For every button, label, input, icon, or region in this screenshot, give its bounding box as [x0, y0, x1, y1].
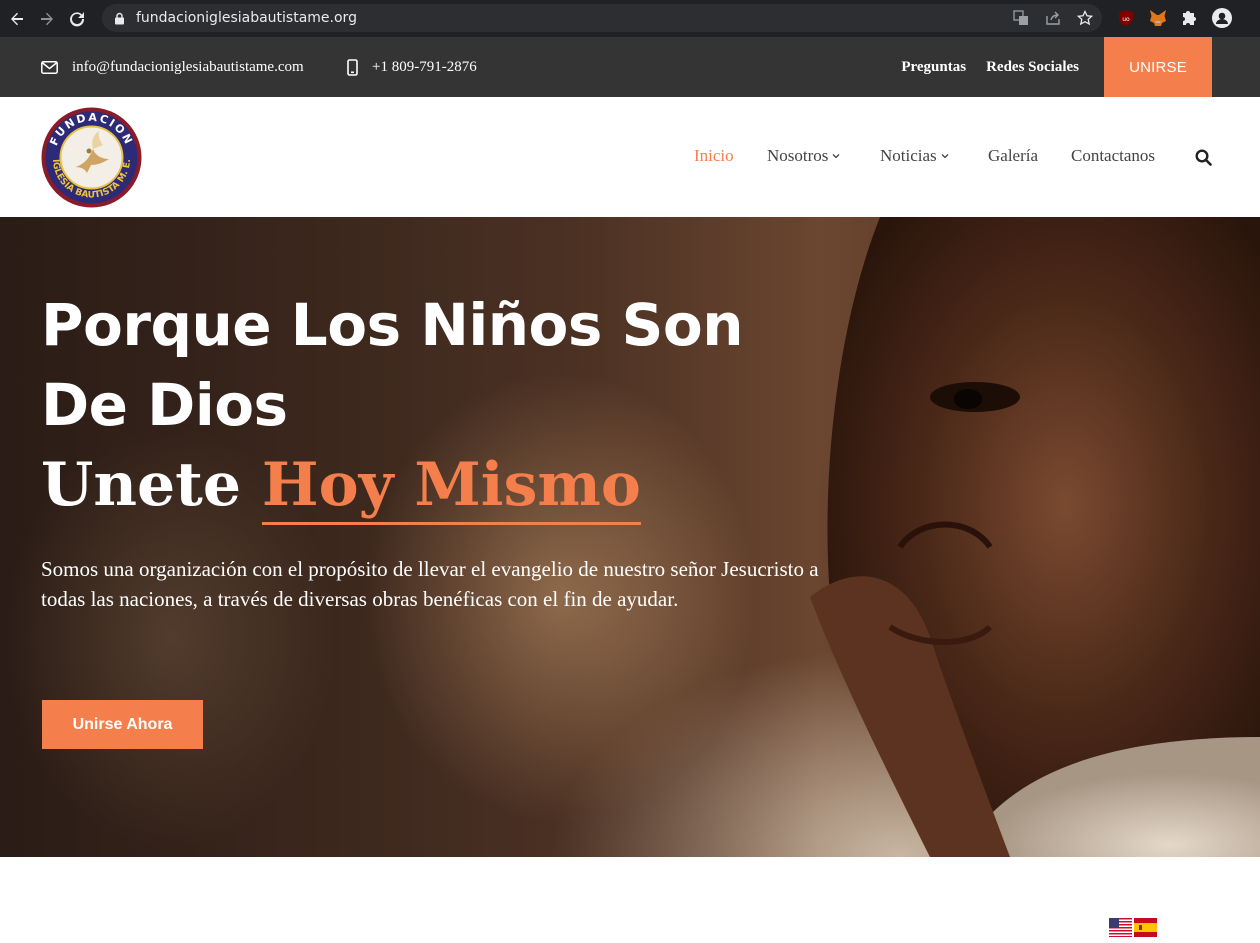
forward-icon[interactable] [34, 6, 60, 32]
hero-description: Somos una organización con el propósito … [41, 557, 819, 611]
nav-item-noticias[interactable]: Noticias [880, 146, 949, 166]
language-switcher [1109, 918, 1157, 937]
nav-item-inicio[interactable]: Inicio [694, 146, 734, 166]
address-bar[interactable]: fundacioniglesiabautistame.org [102, 4, 1102, 32]
hero-background-image [810, 217, 1260, 857]
nav-label: Noticias [880, 146, 937, 165]
mobile-phone-icon [347, 58, 358, 76]
extensions-icon[interactable] [1180, 8, 1200, 28]
hero-subtitle: Unete Hoy Mismo [41, 445, 641, 525]
back-icon[interactable] [4, 6, 30, 32]
us-flag-icon[interactable] [1109, 918, 1132, 937]
nav-item-contactanos[interactable]: Contactanos [1071, 146, 1155, 166]
link-redes-sociales[interactable]: Redes Sociales [986, 59, 1079, 76]
lock-icon [114, 11, 126, 25]
chevron-down-icon [941, 151, 949, 162]
top-contact-bar: info@fundacioniglesiabautistame.com +1 8… [0, 37, 1260, 97]
phone-text[interactable]: +1 809-791-2876 [372, 59, 477, 76]
phone-contact[interactable]: +1 809-791-2876 [347, 37, 477, 97]
search-icon[interactable] [1195, 149, 1212, 166]
url-text[interactable]: fundacioniglesiabautistame.org [136, 10, 357, 26]
chevron-down-icon [832, 151, 840, 162]
email-contact[interactable]: info@fundacioniglesiabautistame.com [41, 37, 304, 97]
hero-subtitle-accent: Hoy Mismo [261, 448, 641, 525]
share-icon[interactable] [1044, 9, 1062, 27]
nav-label: Contactanos [1071, 146, 1156, 165]
hero-section: Porque Los Niños Son De Dios Unete Hoy M… [0, 217, 1260, 857]
join-button[interactable]: UNIRSE [1104, 37, 1212, 97]
translate-icon[interactable] [1012, 9, 1030, 27]
link-preguntas[interactable]: Preguntas [901, 59, 966, 76]
hero-subtitle-prefix: Unete [41, 450, 242, 520]
metamask-icon[interactable] [1148, 8, 1168, 28]
browser-toolbar: fundacioniglesiabautistame.org uo [0, 0, 1260, 37]
bookmark-star-icon[interactable] [1076, 9, 1094, 27]
nav-item-nosotros[interactable]: Nosotros [767, 146, 840, 166]
nav-label: Inicio [694, 146, 734, 165]
email-text[interactable]: info@fundacioniglesiabautistame.com [72, 59, 304, 76]
profile-icon[interactable] [1212, 8, 1232, 28]
svg-text:uo: uo [1122, 16, 1130, 23]
join-now-button[interactable]: Unirse Ahora [42, 700, 203, 749]
nav-label: Nosotros [767, 146, 829, 165]
spain-flag-icon[interactable] [1134, 918, 1157, 937]
ublock-icon[interactable]: uo [1116, 8, 1136, 28]
site-header: FUNDACION IGLESIA BAUTISTA M. E. Inicio … [0, 97, 1260, 217]
site-logo[interactable]: FUNDACION IGLESIA BAUTISTA M. E. [41, 107, 142, 208]
reload-icon[interactable] [64, 6, 90, 32]
envelope-icon [41, 60, 58, 74]
nav-label: Galería [988, 146, 1039, 165]
nav-item-galeria[interactable]: Galería [988, 146, 1038, 166]
hero-title: Porque Los Niños Son De Dios [41, 291, 744, 439]
